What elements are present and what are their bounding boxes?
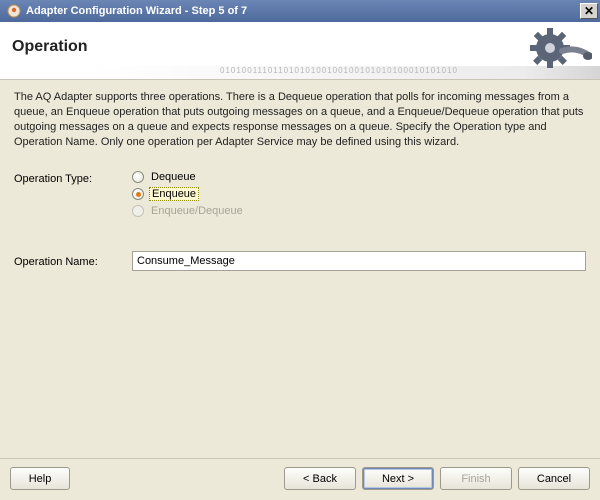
close-icon: ✕: [584, 5, 594, 17]
description-text: The AQ Adapter supports three operations…: [14, 90, 586, 149]
close-button[interactable]: ✕: [580, 3, 598, 19]
radio-enqueue[interactable]: Enqueue: [132, 187, 245, 201]
next-button[interactable]: Next >: [362, 467, 434, 490]
operation-type-label: Operation Type:: [14, 171, 132, 185]
radio-label: Enqueue/Dequeue: [149, 205, 245, 217]
radio-icon: [132, 205, 144, 217]
help-button[interactable]: Help: [10, 467, 70, 490]
page-title: Operation: [12, 38, 88, 56]
titlebar: Adapter Configuration Wizard - Step 5 of…: [0, 0, 600, 22]
radio-icon: [132, 188, 144, 200]
cancel-button[interactable]: Cancel: [518, 467, 590, 490]
operation-type-row: Operation Type: Dequeue Enqueue Enqueue/…: [14, 171, 586, 217]
back-button[interactable]: < Back: [284, 467, 356, 490]
app-icon: [6, 3, 22, 19]
operation-name-input[interactable]: [132, 251, 586, 271]
wizard-header: Operation 010100111011010101001001001010…: [0, 22, 600, 80]
operation-name-row: Operation Name:: [14, 251, 586, 271]
window-title: Adapter Configuration Wizard - Step 5 of…: [26, 5, 580, 17]
operation-name-label: Operation Name:: [14, 254, 132, 268]
radio-enqueue-dequeue: Enqueue/Dequeue: [132, 205, 245, 217]
wizard-footer: Help < Back Next > Finish Cancel: [0, 458, 600, 498]
radio-label: Enqueue: [149, 187, 199, 201]
gear-icon: [522, 26, 592, 76]
radio-dequeue[interactable]: Dequeue: [132, 171, 245, 183]
wizard-content: The AQ Adapter supports three operations…: [0, 80, 600, 458]
finish-button: Finish: [440, 467, 512, 490]
radio-icon: [132, 171, 144, 183]
operation-type-radios: Dequeue Enqueue Enqueue/Dequeue: [132, 171, 245, 217]
radio-label: Dequeue: [149, 171, 198, 183]
